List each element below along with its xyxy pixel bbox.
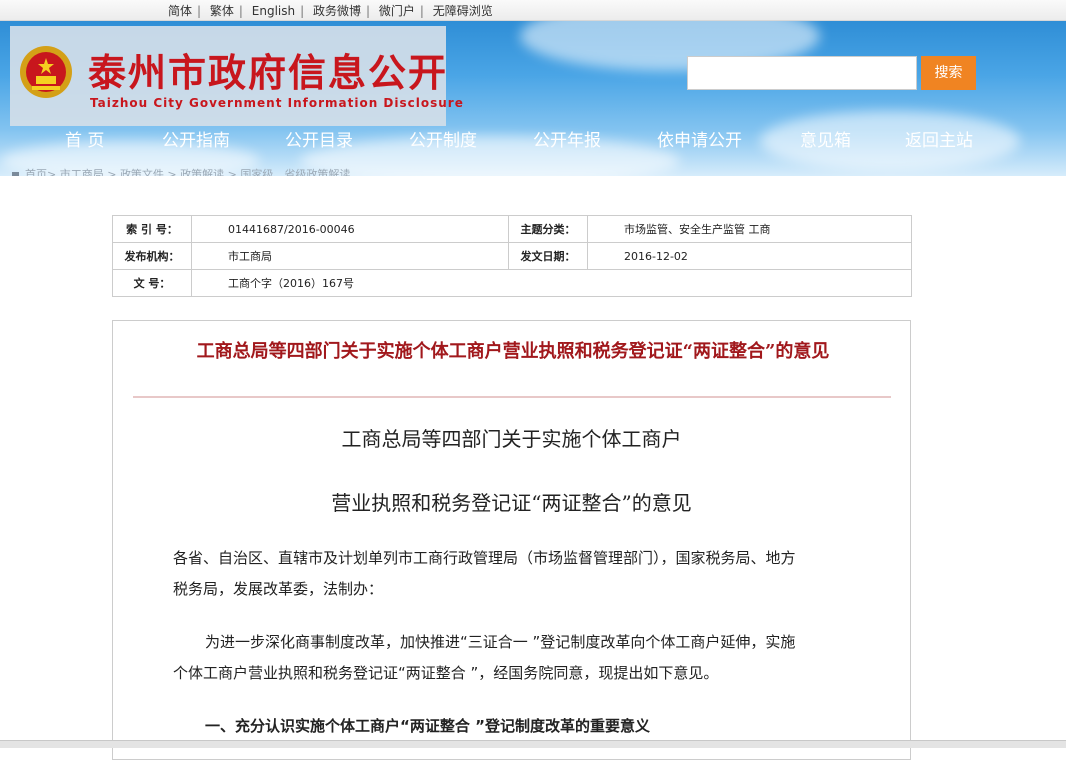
section-1-heading: 一、充分认识实施个体工商户“两证整合 ”登记制度改革的重要意义 xyxy=(205,717,650,735)
search-input[interactable] xyxy=(687,56,917,90)
breadcrumb: 首页> 市工商局 > 政策文件 > 政策解读 > 国家级、省级政策解读 xyxy=(12,166,350,176)
top-link-simplified[interactable]: 简体 xyxy=(165,4,195,18)
nav-system[interactable]: 公开制度 xyxy=(409,126,477,151)
article-title: 工商总局等四部门关于实施个体工商户营业执照和税务登记证“两证整合”的意见 xyxy=(196,341,830,362)
nav-apply[interactable]: 依申请公开 xyxy=(657,126,742,151)
top-link-microportal[interactable]: 微门户 xyxy=(376,4,418,18)
top-link-english[interactable]: English xyxy=(249,4,298,18)
national-emblem-icon xyxy=(20,46,72,98)
top-bar: 简体 | 繁体 | English | 政务微博 | 微门户 | 无障碍浏览 xyxy=(0,0,1066,21)
doc-heading-line2: 营业执照和税务登记证“两证整合”的意见 xyxy=(331,491,692,515)
breadcrumb-national-provincial[interactable]: 国家级、省级政策解读 xyxy=(240,168,350,176)
nav-catalog[interactable]: 公开目录 xyxy=(285,126,353,151)
search-button[interactable]: 搜索 xyxy=(921,56,976,90)
breadcrumb-marker-icon xyxy=(12,171,19,176)
paragraph-2-line2: 个体工商户营业执照和税务登记证“两证整合 ”，经国务院同意，现提出如下意见。 xyxy=(173,664,719,682)
top-link-weibo[interactable]: 政务微博 xyxy=(310,4,364,18)
index-value: 01441687/2016-00046 xyxy=(191,215,509,243)
doc-heading-line1: 工商总局等四部门关于实施个体工商户 xyxy=(341,427,682,451)
index-label: 索 引 号： xyxy=(112,215,192,243)
nav-feedback[interactable]: 意见箱 xyxy=(800,126,851,151)
docno-value: 工商个字（2016）167号 xyxy=(191,269,912,297)
site-subtitle: Taizhou City Government Information Disc… xyxy=(90,96,464,110)
topic-value: 市场监管、安全生产监管 工商 xyxy=(587,215,912,243)
site-title: 泰州市政府信息公开 xyxy=(88,50,449,95)
topic-label: 主题分类： xyxy=(508,215,588,243)
breadcrumb-home[interactable]: 首页 xyxy=(25,168,47,176)
breadcrumb-policy-interpretation[interactable]: 政策解读 xyxy=(180,168,224,176)
site-header: 泰州市政府信息公开 Taizhou City Government Inform… xyxy=(0,21,1066,176)
publisher-label: 发布机构： xyxy=(112,242,192,270)
date-value: 2016-12-02 xyxy=(587,242,912,270)
article-content: 工商总局等四部门关于实施个体工商户营业执照和税务登记证“两证整合”的意见 工商总… xyxy=(112,320,911,760)
breadcrumb-bureau[interactable]: 市工商局 xyxy=(60,168,104,176)
date-label: 发文日期： xyxy=(508,242,588,270)
nav-home[interactable]: 首 页 xyxy=(65,126,104,151)
publisher-value: 市工商局 xyxy=(191,242,509,270)
paragraph-2: 为进一步深化商事制度改革，加快推进“三证合一 ”登记制度改革向个体工商户延伸，实… xyxy=(173,627,893,689)
logo-area[interactable]: 泰州市政府信息公开 Taizhou City Government Inform… xyxy=(10,26,463,126)
paragraph-1-line1: 各省、自治区、直辖市及计划单列市工商行政管理局（市场监督管理部门），国家税务局、… xyxy=(173,549,796,567)
paragraph-2-line1: 为进一步深化商事制度改革，加快推进“三证合一 ”登记制度改革向个体工商户延伸，实… xyxy=(205,633,796,651)
title-divider xyxy=(133,396,891,398)
nav-guide[interactable]: 公开指南 xyxy=(162,126,230,151)
document-info-table: 索 引 号： 01441687/2016-00046 主题分类： 市场监管、安全… xyxy=(112,215,912,297)
nav-main-site[interactable]: 返回主站 xyxy=(905,126,973,151)
top-links: 简体 | 繁体 | English | 政务微博 | 微门户 | 无障碍浏览 xyxy=(165,2,496,19)
paragraph-1-line2: 税务局，发展改革委，法制办： xyxy=(173,580,384,598)
top-link-traditional[interactable]: 繁体 xyxy=(207,4,237,18)
breadcrumb-policy-docs[interactable]: 政策文件 xyxy=(120,168,164,176)
main-nav: 首 页 公开指南 公开目录 公开制度 公开年报 依申请公开 意见箱 返回主站 xyxy=(0,126,1066,156)
top-link-accessibility[interactable]: 无障碍浏览 xyxy=(430,4,496,18)
nav-annual-report[interactable]: 公开年报 xyxy=(533,126,601,151)
docno-label: 文 号： xyxy=(112,269,192,297)
paragraph-1: 各省、自治区、直辖市及计划单列市工商行政管理局（市场监督管理部门），国家税务局、… xyxy=(173,543,893,605)
